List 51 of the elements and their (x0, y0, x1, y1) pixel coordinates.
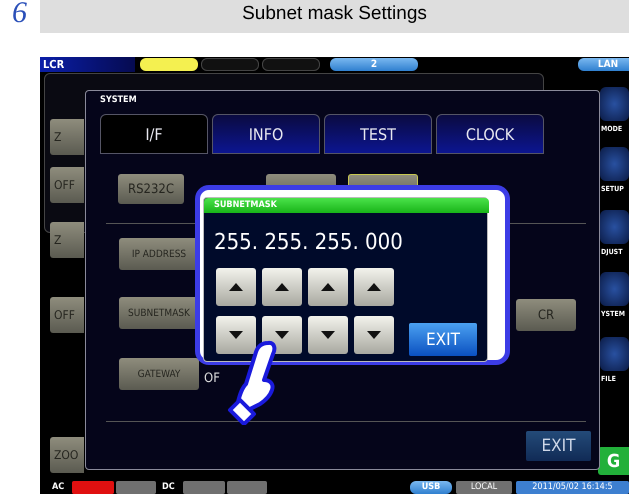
step-number: 6 (11, 0, 28, 26)
decrement-button[interactable] (354, 316, 394, 354)
status-label: DC (162, 481, 176, 494)
increment-button[interactable] (354, 268, 394, 306)
exit-button[interactable]: EXIT (409, 323, 477, 356)
interface-button[interactable]: RS232C (118, 174, 184, 204)
setting-button[interactable]: GATEWAY (119, 358, 199, 390)
tab[interactable]: CLOCK (436, 114, 544, 154)
side-button[interactable]: OFF (50, 167, 84, 203)
indicator-pill (262, 58, 320, 71)
tab[interactable]: INFO (212, 114, 320, 154)
triangle-down-icon (367, 331, 381, 339)
subnet-value: 255. 255. 255. 000 (214, 229, 404, 257)
mode-button[interactable]: CR (516, 299, 576, 331)
side-button[interactable]: G (598, 447, 629, 475)
triangle-down-icon (321, 331, 335, 339)
status-indicator (116, 481, 156, 494)
triangle-down-icon (275, 331, 289, 339)
side-button[interactable]: Z (50, 119, 84, 155)
side-button[interactable]: ZOO (50, 437, 84, 473)
triangle-down-icon (229, 331, 243, 339)
triangle-up-icon (229, 283, 243, 291)
tab[interactable]: I/F (100, 114, 208, 154)
decrement-button[interactable] (308, 316, 348, 354)
status-label: AC (52, 481, 66, 494)
status-indicator (227, 481, 267, 494)
triangle-up-icon (275, 283, 289, 291)
indicator-pill (201, 58, 259, 71)
triangle-up-icon (367, 283, 381, 291)
side-button[interactable]: OFF (50, 297, 84, 333)
panel-title: SYSTEM (100, 95, 138, 107)
dialog-title: SUBNETMASK (204, 198, 489, 213)
decrement-button[interactable] (216, 316, 256, 354)
date-time: 2011/05/02 16:14:5 (516, 481, 629, 494)
status-indicator (72, 481, 114, 494)
triangle-up-icon (321, 283, 335, 291)
side-button[interactable]: Z (50, 222, 84, 258)
exit-button[interactable]: EXIT (526, 431, 591, 461)
setting-value: OF (204, 370, 221, 388)
range-indicator: 2 (330, 58, 418, 71)
increment-button[interactable] (216, 268, 256, 306)
increment-button[interactable] (262, 268, 302, 306)
mode-label: LCR (40, 57, 135, 72)
indicator-pill (140, 58, 198, 71)
increment-button[interactable] (308, 268, 348, 306)
usb-indicator: USB (410, 481, 452, 494)
local-indicator: LOCAL (456, 481, 512, 494)
status-indicator (183, 481, 225, 494)
interface-indicator: LAN (578, 58, 629, 71)
heading-bar: Subnet mask Settings (40, 0, 629, 33)
tab[interactable]: TEST (324, 114, 432, 154)
